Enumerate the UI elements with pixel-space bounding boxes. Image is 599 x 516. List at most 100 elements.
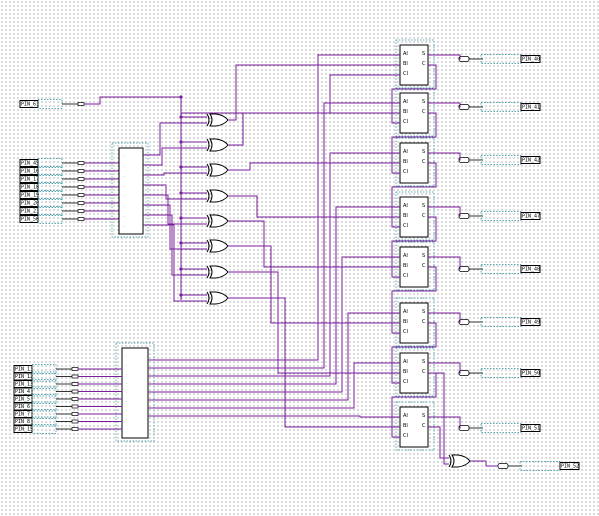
- adder-port-c-label: C: [422, 213, 426, 219]
- reg-b-port-dot: ·: [126, 355, 127, 359]
- adder-port-b-label: BI: [403, 61, 408, 67]
- xor-gate-3: [209, 163, 229, 177]
- wire: [470, 460, 498, 467]
- wire: [428, 426, 449, 459]
- pin-output-6-label: PIN_49: [522, 320, 540, 326]
- wire: [148, 256, 400, 393]
- pin-input-a-3-label: PIN_17: [21, 177, 39, 183]
- adder-port-s-label: S: [422, 203, 425, 209]
- adder-port-ci-label: CI: [403, 379, 408, 385]
- reg-a-port-dot: ·: [123, 205, 124, 209]
- adder-port-ci-label: CI: [403, 71, 408, 77]
- pin-input-b-4-label: PIN_4: [15, 389, 30, 395]
- pin-input-b-9-label: PIN_15: [15, 427, 33, 433]
- pin-frame: [519, 461, 561, 471]
- adder-port-c-label: C: [422, 61, 426, 67]
- pin-input-a-8-label: PIN_56: [21, 217, 39, 223]
- xor-gate-4: [209, 189, 229, 203]
- input-buffer-icon: [71, 412, 79, 416]
- reg-b-port-dot: ·: [126, 409, 127, 413]
- input-buffer-icon: [77, 201, 85, 205]
- pin-input-a-5-label: PIN_19: [21, 193, 39, 199]
- input-buffer-icon: [71, 404, 79, 409]
- adder-port-a-label: AI: [403, 253, 408, 259]
- reg-a-port-dot: ·: [123, 225, 124, 229]
- wire: [228, 112, 400, 146]
- input-buffer-icon: [77, 169, 85, 173]
- adder-port-c-label: C: [422, 109, 426, 115]
- adder-port-ci-label: CI: [403, 119, 408, 125]
- reg-b-port-dot: ·: [126, 391, 127, 395]
- reg-b-port-dot: ·: [126, 382, 127, 386]
- xor-gate-arc: [206, 113, 210, 127]
- xor-gate-arc: [206, 214, 210, 228]
- wire: [228, 64, 400, 121]
- pin-input-b-8-label: PIN_8: [15, 419, 30, 425]
- reg-a-port-dot: ·: [123, 195, 124, 199]
- adder-port-s-label: S: [422, 413, 425, 419]
- adder-port-s-label: S: [422, 309, 425, 315]
- input-buffer-icon: [71, 374, 79, 379]
- adder-port-b-label: BI: [403, 213, 408, 219]
- adder-port-c-label: C: [422, 159, 426, 165]
- input-buffer-icon: [77, 193, 85, 197]
- xor-gate-arc: [206, 265, 210, 279]
- pin-output-8-label: PIN_51: [522, 426, 540, 432]
- input-buffer-icon: [71, 382, 79, 386]
- junction-dot: [179, 165, 183, 169]
- pin-input-b-7-label: PIN_7: [15, 412, 30, 418]
- pin-input-a-7-label: PIN_21: [21, 209, 39, 215]
- wire: [428, 102, 461, 108]
- xor-gate-arc: [448, 454, 452, 468]
- pin-frame: [480, 368, 522, 378]
- adder-port-c-label: C: [422, 369, 426, 375]
- pin-frame: [480, 54, 522, 64]
- wire: [143, 172, 207, 176]
- wire: [228, 220, 400, 268]
- adder-port-a-label: AI: [403, 309, 408, 315]
- junction-dot: [179, 216, 183, 220]
- pin-frame: [480, 155, 522, 165]
- xor-gate-8: [209, 291, 229, 305]
- input-buffer-icon: [71, 397, 79, 401]
- reg-a-port-dot: ·: [123, 175, 124, 179]
- pin-frame: [480, 211, 522, 221]
- adder-port-b-label: BI: [403, 319, 408, 325]
- pin-output-2-label: PIN_41: [522, 105, 540, 111]
- junction-dot: [179, 293, 183, 297]
- pin-input-a-4-label: PIN_18: [21, 185, 39, 191]
- wire: [148, 362, 400, 409]
- reg-a-port-dot: ·: [123, 165, 124, 169]
- adder-port-s-label: S: [422, 149, 425, 155]
- pin-frame: [37, 99, 63, 109]
- final-xor-gate: [451, 454, 471, 468]
- pin-frame: [480, 264, 522, 274]
- pin-input-a-2-label: PIN_16: [21, 169, 39, 175]
- pin-output-1-label: PIN_40: [522, 57, 540, 63]
- xor-gate-7: [209, 265, 229, 279]
- wire: [428, 152, 461, 161]
- adder-port-a-label: AI: [403, 99, 408, 105]
- wire: [428, 206, 461, 217]
- wire: [428, 312, 461, 323]
- wire: [143, 122, 207, 156]
- pin-output-5-label: PIN_48: [522, 267, 540, 273]
- wire: [84, 96, 182, 113]
- adder-port-a-label: AI: [403, 203, 408, 209]
- junction-dot: [179, 191, 183, 195]
- adder-port-ci-label: CI: [403, 223, 408, 229]
- wire: [143, 204, 207, 250]
- adder-port-s-label: S: [422, 99, 425, 105]
- junction-dot: [179, 267, 183, 271]
- xor-gate-arc: [206, 138, 210, 152]
- junction-dot: [179, 115, 183, 119]
- wire: [148, 152, 400, 377]
- adder-port-a-label: AI: [403, 413, 408, 419]
- input-buffer-icon: [71, 419, 79, 424]
- pin-input-top-label: PIN_61: [21, 102, 39, 108]
- pin-output-7-label: PIN_50: [522, 371, 540, 377]
- input-buffer-icon: [71, 427, 79, 431]
- wire: [428, 362, 461, 374]
- adder-port-a-label: AI: [403, 359, 408, 365]
- schematic-canvas[interactable]: · · · · · · · · · · · · · · · · PIN_61 PIN_45 PIN_16 PIN_17…: [0, 0, 599, 516]
